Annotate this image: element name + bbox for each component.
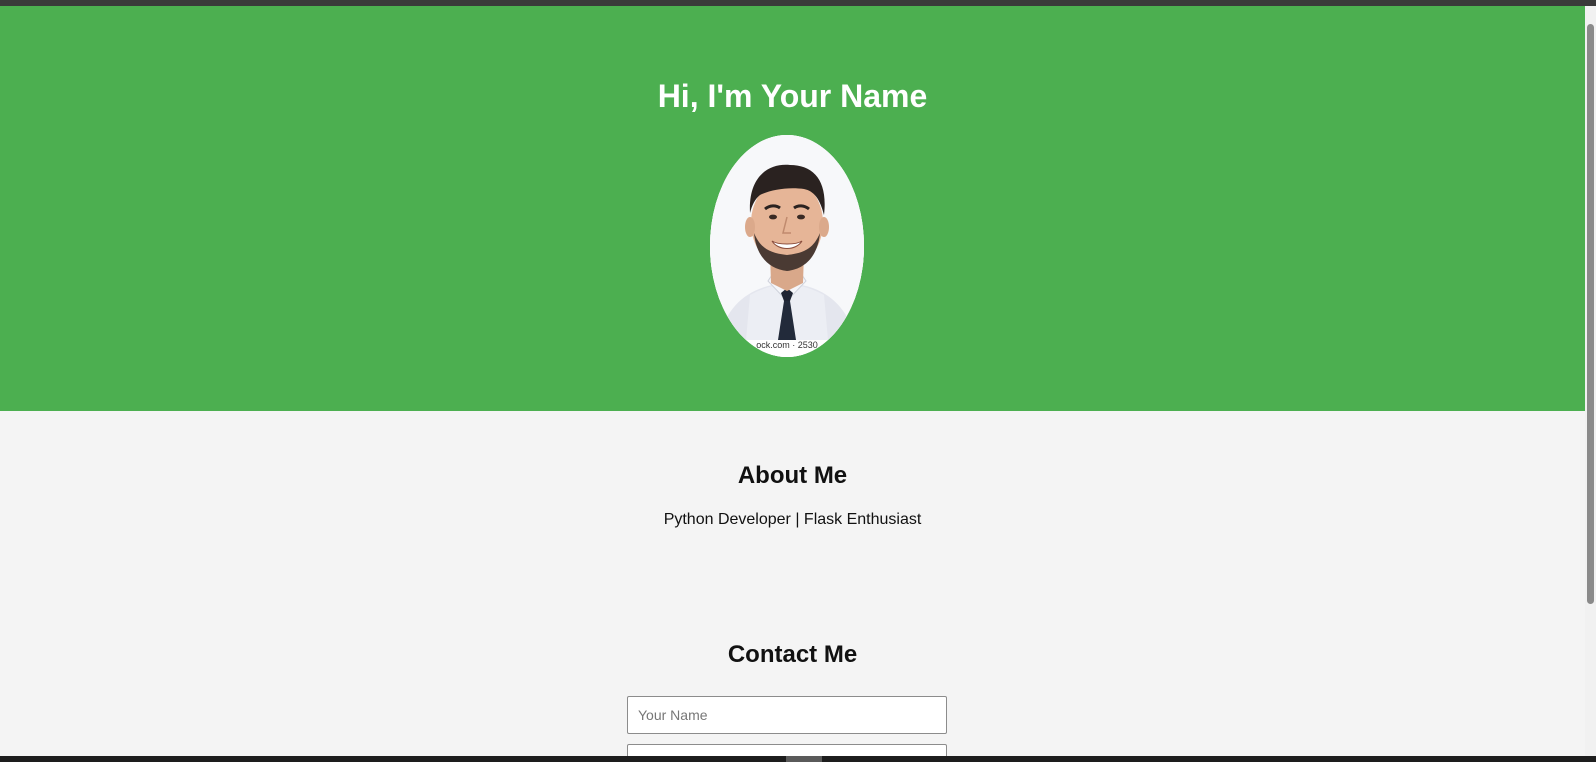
page-viewport: Hi, I'm Your Name ock.com · 2530 About M… <box>0 6 1585 756</box>
scrollbar-thumb[interactable] <box>1587 24 1594 604</box>
vertical-scrollbar[interactable] <box>1585 6 1596 756</box>
bottom-handle <box>786 756 822 762</box>
photo-watermark-text: ock.com · 2530 <box>756 340 818 350</box>
window-bottom-border <box>0 756 1596 762</box>
about-description: Python Developer | Flask Enthusiast <box>663 511 922 528</box>
email-input[interactable] <box>627 744 947 756</box>
about-title: About Me <box>737 462 848 489</box>
name-input[interactable] <box>627 696 947 734</box>
hero-header: Hi, I'm Your Name ock.com · 2530 <box>0 6 1585 411</box>
hero-title: Hi, I'm Your Name <box>657 78 928 114</box>
profile-photo: ock.com · 2530 <box>710 135 864 357</box>
contact-title: Contact Me <box>727 641 858 668</box>
